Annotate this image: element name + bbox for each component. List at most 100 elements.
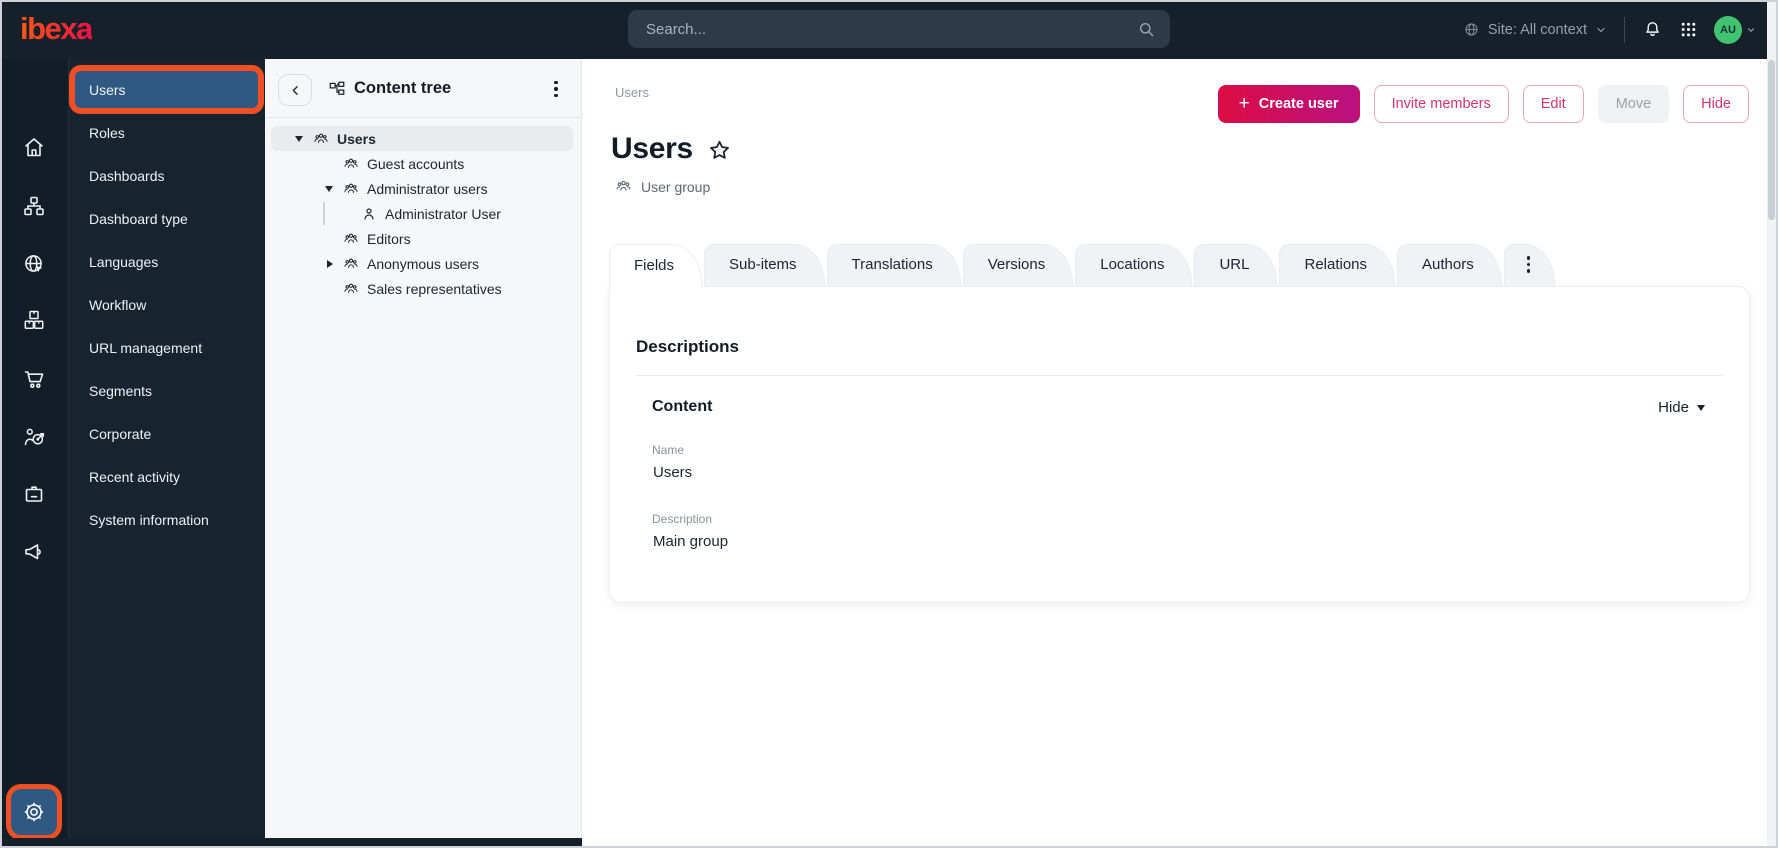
site-context-selector[interactable]: Site: All context: [1463, 21, 1607, 38]
edit-button[interactable]: Edit: [1522, 85, 1584, 123]
globe-icon: [1463, 21, 1480, 38]
rail-item-commerce[interactable]: [22, 367, 46, 391]
sidebar-item-recent-activity[interactable]: Recent activity: [69, 455, 265, 498]
page-title: Users: [611, 132, 693, 165]
tree-item-label: Editors: [367, 230, 411, 247]
create-user-button[interactable]: + Create user: [1217, 85, 1360, 123]
action-buttons: + Create user Invite members Edit Move H…: [1217, 85, 1749, 123]
sidebar-item-users[interactable]: Users: [69, 68, 265, 111]
sidebar-item-label: Roles: [89, 124, 125, 141]
tab-locations[interactable]: Locations: [1075, 244, 1193, 286]
user-menu[interactable]: AU: [1714, 15, 1756, 44]
sidebar-item-label: Dashboard type: [89, 210, 188, 227]
sidebar-item-roles[interactable]: Roles: [69, 111, 265, 154]
tab-sub-items[interactable]: Sub-items: [704, 244, 825, 286]
invite-members-button[interactable]: Invite members: [1373, 85, 1509, 123]
tree-item-users[interactable]: Users: [271, 126, 573, 151]
sidebar-item-url-management[interactable]: URL management: [69, 326, 265, 369]
rail-item-corporate[interactable]: [22, 482, 46, 506]
user-group-icon: [343, 156, 359, 172]
sidebar-item-segments[interactable]: Segments: [69, 369, 265, 412]
bottom-chrome-strip: [0, 838, 582, 848]
tree-item-guest-accounts[interactable]: Guest accounts: [265, 151, 581, 176]
hide-button[interactable]: Hide: [1683, 85, 1749, 123]
content-tree-panel: Content tree Users Guest accounts Admini…: [265, 59, 582, 838]
search-input[interactable]: [646, 20, 1137, 38]
tab-authors[interactable]: Authors: [1397, 244, 1502, 286]
tree-item-anonymous-users[interactable]: Anonymous users: [265, 251, 581, 276]
person-target-icon: [24, 428, 45, 446]
tree-item-administrator-user[interactable]: Administrator User: [265, 201, 581, 226]
collapse-label: Hide: [1658, 398, 1689, 416]
field-value-description: Main group: [653, 533, 729, 550]
topbar-divider: [1624, 16, 1625, 43]
tree-item-administrator-users[interactable]: Administrator users: [265, 176, 581, 201]
rail-item-personalization[interactable]: [22, 425, 46, 449]
caret-right-icon[interactable]: [325, 259, 343, 268]
content-tabs: Fields Sub-items Translations Versions L…: [609, 244, 1750, 287]
sidebar-item-corporate[interactable]: Corporate: [69, 412, 265, 455]
tab-relations[interactable]: Relations: [1279, 244, 1396, 286]
rail-item-marketing[interactable]: [22, 540, 46, 564]
user-group-icon: [313, 131, 329, 147]
ibexa-logo[interactable]: ibexa: [20, 11, 93, 47]
section-collapse-toggle[interactable]: Hide: [1658, 399, 1723, 416]
gear-icon: [24, 802, 44, 822]
globe-cursor-icon: [25, 255, 43, 273]
move-button[interactable]: Move: [1597, 85, 1670, 123]
sidebar-item-workflow[interactable]: Workflow: [69, 283, 265, 326]
chevron-left-icon: [292, 85, 298, 95]
caret-down-icon[interactable]: [295, 131, 313, 146]
tab-url[interactable]: URL: [1194, 244, 1278, 286]
page-scrollbar[interactable]: [1767, 2, 1776, 846]
section-title: Content: [652, 398, 713, 415]
bookmark-star-icon[interactable]: [707, 138, 732, 163]
rail-item-products[interactable]: [22, 308, 46, 332]
user-group-icon: [343, 281, 359, 297]
notifications-bell-icon[interactable]: [1642, 19, 1663, 40]
tree-item-sales-representatives[interactable]: Sales representatives: [265, 276, 581, 301]
search-icon: [1137, 20, 1156, 39]
tree-item-label: Users: [337, 130, 376, 147]
sidebar-item-label: Segments: [89, 382, 153, 399]
tab-fields[interactable]: Fields: [609, 244, 703, 287]
tree-item-label: Guest accounts: [367, 155, 465, 172]
breadcrumb[interactable]: Users: [615, 85, 649, 100]
rail-item-site[interactable]: [22, 252, 46, 276]
fields-panel: Descriptions Content Hide Name Users Des…: [609, 286, 1750, 603]
panel-heading: Descriptions: [636, 337, 739, 356]
scrollbar-thumb[interactable]: [1768, 60, 1775, 220]
boxes-icon: [24, 310, 44, 329]
sidebar-item-label: Corporate: [89, 425, 152, 442]
sidebar-item-system-information[interactable]: System information: [69, 498, 265, 541]
user-group-icon: [343, 256, 359, 272]
app-grid-icon[interactable]: [1680, 21, 1697, 38]
global-search[interactable]: [628, 10, 1170, 48]
id-badge-icon: [25, 486, 43, 502]
plus-icon: +: [1238, 92, 1250, 114]
sidebar-item-languages[interactable]: Languages: [69, 240, 265, 283]
content-tree-header: Content tree: [265, 59, 581, 118]
tree-item-label: Anonymous users: [367, 255, 480, 272]
caret-down-icon[interactable]: [325, 181, 343, 196]
rail-item-home[interactable]: [22, 135, 46, 159]
field-value-name: Users: [653, 464, 693, 481]
sidebar-item-label: Workflow: [89, 296, 147, 313]
main-content: Users + Create user Invite members Edit …: [582, 59, 1778, 848]
tab-versions[interactable]: Versions: [962, 244, 1074, 286]
rail-item-content-structure[interactable]: [22, 194, 46, 218]
tree-guide-line: [323, 202, 325, 225]
tab-more-kebab-icon[interactable]: [1503, 244, 1556, 286]
user-group-icon: [343, 231, 359, 247]
collapse-tree-button[interactable]: [278, 74, 312, 106]
sidebar-item-label: Users: [89, 81, 126, 98]
tree-options-kebab-icon[interactable]: [545, 77, 567, 101]
tree-item-editors[interactable]: Editors: [265, 226, 581, 251]
tab-translations[interactable]: Translations: [826, 244, 961, 286]
sidebar-item-dashboards[interactable]: Dashboards: [69, 154, 265, 197]
avatar: AU: [1714, 15, 1742, 44]
rail-item-settings[interactable]: [11, 789, 57, 835]
topbar-right-cluster: Site: All context AU: [1463, 0, 1756, 59]
home-icon: [24, 138, 44, 157]
sidebar-item-dashboard-type[interactable]: Dashboard type: [69, 197, 265, 240]
